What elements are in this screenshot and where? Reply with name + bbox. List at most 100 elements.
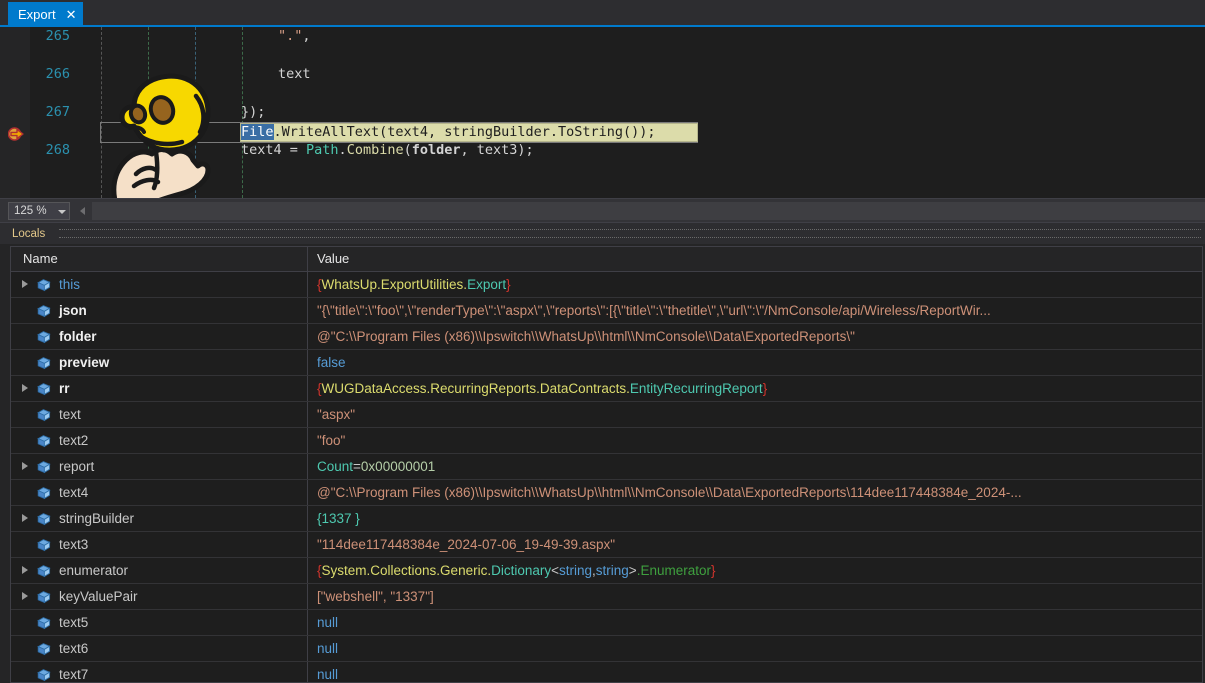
locals-variable-name: text2: [59, 433, 89, 448]
locals-name-cell: json: [11, 298, 308, 323]
locals-variable-name: text4: [59, 485, 89, 500]
locals-variable-name: text5: [59, 615, 89, 630]
table-row[interactable]: keyValuePair ["webshell", "1337"]: [11, 584, 1202, 610]
variable-icon: [35, 428, 55, 453]
locals-name-cell: text4: [11, 480, 308, 505]
locals-variable-value[interactable]: ["webshell", "1337"]: [308, 584, 1202, 609]
selected-token: File: [241, 124, 274, 140]
table-row[interactable]: enumerator {System.Collections.Generic. Di…: [11, 558, 1202, 584]
locals-variable-value[interactable]: null: [308, 610, 1202, 635]
locals-name-cell: report: [11, 454, 308, 479]
table-row[interactable]: text "aspx": [11, 402, 1202, 428]
locals-name-cell: folder: [11, 324, 308, 349]
tab-export[interactable]: Export ✕: [8, 2, 84, 26]
locals-name-cell: keyValuePair: [11, 584, 308, 609]
locals-row-container: this{WhatsUp.ExportUtilities. Export} json…: [11, 272, 1202, 682]
horizontal-scrollbar[interactable]: [92, 202, 1205, 220]
locals-variable-name: text3: [59, 537, 89, 552]
chevron-down-icon[interactable]: [54, 202, 70, 220]
close-icon[interactable]: ✕: [66, 8, 77, 21]
table-row[interactable]: text6 null: [11, 636, 1202, 662]
column-header-value[interactable]: Value: [308, 247, 1202, 271]
execution-pointer-icon: [8, 127, 24, 141]
locals-variable-value[interactable]: "aspx": [308, 402, 1202, 427]
code-line: 265 ".",: [0, 27, 1205, 46]
table-row[interactable]: text3 "114dee117448384e_2024-07-06_19-49-…: [11, 532, 1202, 558]
code-line: 268 text4 = Path.Combine(folder, text3);: [0, 141, 1205, 160]
variable-icon: [35, 558, 55, 583]
locals-variable-value[interactable]: @"C:\\Program Files (x86)\\Ipswitch\\Wha…: [308, 480, 1202, 505]
locals-variable-value[interactable]: false: [308, 350, 1202, 375]
code-editor[interactable]: 265 ".", 266 text 267 }); 268 text4 = Pa…: [0, 27, 1205, 198]
locals-variable-value[interactable]: null: [308, 636, 1202, 661]
locals-variable-value[interactable]: null: [308, 662, 1202, 682]
table-row[interactable]: text2 "foo": [11, 428, 1202, 454]
table-row[interactable]: json "{\"title\":\"foo\",\"renderType\":\…: [11, 298, 1202, 324]
table-row[interactable]: report Count = 0x00000001: [11, 454, 1202, 480]
locals-name-cell: text7: [11, 662, 308, 682]
panel-grip: [59, 229, 1201, 238]
locals-variable-name: preview: [59, 355, 110, 370]
expand-chevron-icon[interactable]: [17, 272, 33, 297]
locals-variable-value[interactable]: "{\"title\":\"foo\",\"renderType\":\"asp…: [308, 298, 1202, 323]
locals-name-cell: text3: [11, 532, 308, 557]
variable-icon: [35, 532, 55, 557]
locals-variable-value[interactable]: {WUGDataAccess.RecurringReports.DataCont…: [308, 376, 1202, 401]
scroll-left-arrow-icon[interactable]: [76, 203, 90, 219]
locals-name-cell: enumerator: [11, 558, 308, 583]
table-row[interactable]: text4 @"C:\\Program Files (x86)\\Ipswitch…: [11, 480, 1202, 506]
locals-variable-name: json: [59, 303, 87, 318]
expander-spacer: [17, 324, 33, 349]
locals-panel-header: Locals: [0, 223, 1205, 244]
table-row[interactable]: stringBuilder {1337 }: [11, 506, 1202, 532]
locals-variable-name: enumerator: [59, 563, 129, 578]
expand-chevron-icon[interactable]: [17, 506, 33, 531]
table-row[interactable]: folder @"C:\\Program Files (x86)\\Ipswitc…: [11, 324, 1202, 350]
locals-variable-value[interactable]: {WhatsUp.ExportUtilities. Export}: [308, 272, 1202, 297]
variable-icon: [35, 454, 55, 479]
variable-icon: [35, 506, 55, 531]
table-row[interactable]: text5 null: [11, 610, 1202, 636]
locals-grid-header: Name Value: [11, 247, 1202, 272]
expand-chevron-icon[interactable]: [17, 584, 33, 609]
variable-icon: [35, 610, 55, 635]
code-text-area[interactable]: 265 ".", 266 text 267 }); 268 text4 = Pa…: [0, 27, 1205, 198]
locals-variable-name: this: [59, 277, 81, 292]
expand-chevron-icon[interactable]: [17, 558, 33, 583]
table-row[interactable]: rr {WUGDataAccess.RecurringReports.DataCo…: [11, 376, 1202, 402]
locals-variable-name: keyValuePair: [59, 589, 138, 604]
expand-chevron-icon[interactable]: [17, 376, 33, 401]
code-line-text: });: [241, 104, 266, 120]
editor-zoom-bar: 125 %: [0, 198, 1205, 223]
locals-variable-value[interactable]: "foo": [308, 428, 1202, 453]
expand-chevron-icon[interactable]: [17, 454, 33, 479]
current-statement-text: File.WriteAllText(text4, stringBuilder.T…: [241, 124, 656, 140]
table-row[interactable]: preview false: [11, 350, 1202, 376]
table-row[interactable]: this {WhatsUp.ExportUtilities. Export}: [11, 272, 1202, 298]
table-row[interactable]: text7 null: [11, 662, 1202, 682]
locals-variable-value[interactable]: Count = 0x00000001: [308, 454, 1202, 479]
locals-grid[interactable]: Name Value this {WhatsUp.ExportUtilities.…: [10, 246, 1203, 683]
locals-variable-name: report: [59, 459, 95, 474]
locals-name-cell: this: [11, 272, 308, 297]
locals-variable-name: stringBuilder: [59, 511, 135, 526]
variable-icon: [35, 298, 55, 323]
code-line-text: text4 = Path.Combine(folder, text3);: [241, 142, 534, 158]
locals-panel: Locals Name Value this {WhatsUp.ExportUti…: [0, 222, 1205, 683]
locals-variable-name: text: [59, 407, 81, 422]
variable-icon: [35, 376, 55, 401]
expander-spacer: [17, 402, 33, 427]
code-line-text: text: [278, 66, 311, 82]
variable-icon: [35, 350, 55, 375]
expander-spacer: [17, 532, 33, 557]
locals-variable-value[interactable]: @"C:\\Program Files (x86)\\Ipswitch\\Wha…: [308, 324, 1202, 349]
tab-label: Export: [18, 6, 56, 22]
line-number: 266: [45, 66, 70, 82]
column-header-name[interactable]: Name: [11, 247, 308, 271]
locals-variable-value[interactable]: {1337 }: [308, 506, 1202, 531]
locals-variable-value[interactable]: "114dee117448384e_2024-07-06_19-49-39.as…: [308, 532, 1202, 557]
locals-variable-value[interactable]: {System.Collections.Generic. Dictionary < s…: [308, 558, 1202, 583]
line-number: 267: [45, 104, 70, 120]
expander-spacer: [17, 298, 33, 323]
locals-panel-title: Locals: [12, 227, 46, 240]
